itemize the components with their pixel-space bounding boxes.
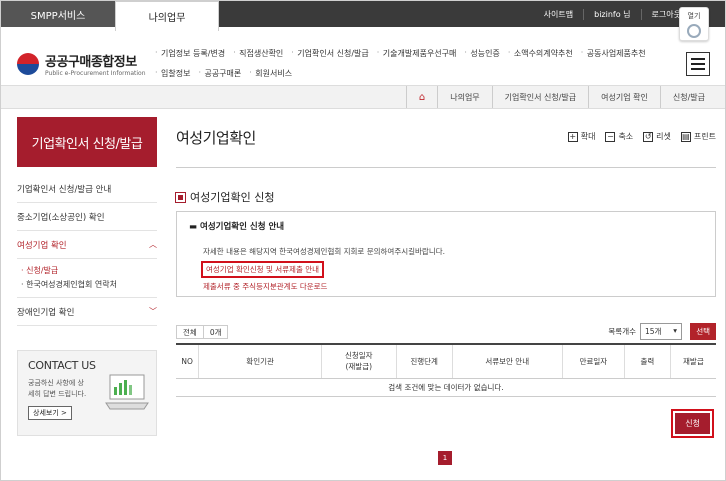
gnb-item[interactable]: 소액수의계약추천 (506, 48, 579, 59)
minus-icon: − (605, 131, 616, 142)
sidebar-item-women[interactable]: 여성기업 확인 ︿ (17, 231, 157, 259)
print-button[interactable]: ▤ 프린트 (680, 131, 716, 142)
laptop-icon (105, 374, 149, 410)
divider (176, 167, 716, 168)
contact-box: CONTACT US 궁금하신 사항에 상세히 답변 드립니다. 상세보기 > (17, 350, 157, 436)
apply-guide-link[interactable]: 여성기업 확인신청 및 서류제출 안내 (201, 261, 325, 278)
bullet-square-icon (175, 191, 186, 203)
total-value: 0개 (202, 326, 228, 338)
sidebar-item-disabled[interactable]: 장애인기업 확인 ﹀ (17, 298, 157, 326)
home-icon[interactable]: ⌂ (405, 86, 437, 108)
contact-title: CONTACT US (28, 359, 96, 372)
utility-links: 사이트맵 bizinfo 님 로그아웃 (534, 1, 691, 27)
contact-detail-button[interactable]: 상세보기 > (28, 406, 72, 420)
sidebar: 기업확인서 신청/발급 기업확인서 신청/발급 안내 중소기업(소상공인) 확인… (17, 117, 157, 436)
application-table: NO 확인기관 신청일자 (재발급) 진행단계 서류보안 안내 만료일자 출력 … (176, 343, 716, 397)
breadcrumb-item[interactable]: 여성기업 확인 (588, 86, 660, 108)
select-button[interactable]: 선택 (690, 323, 716, 340)
per-page-label: 목록개수 (608, 327, 636, 336)
open-label: 열기 (687, 12, 701, 20)
submenu-item-apply[interactable]: · 신청/발급 (21, 263, 157, 277)
breadcrumb-item[interactable]: 신청/발급 (659, 86, 717, 108)
column-header[interactable]: 확인기관 (198, 343, 322, 379)
tab-smpp-service[interactable]: SMPP서비스 (1, 1, 115, 27)
table-row: 검색 조건에 맞는 데이터가 없습니다. (176, 378, 716, 397)
zoom-out-button[interactable]: − 축소 (605, 131, 633, 142)
per-page-select[interactable]: 15개 ▾ (640, 323, 682, 340)
total-count: 전체 0개 (176, 325, 229, 339)
gnb-item[interactable]: 공공구매론 (196, 68, 247, 79)
reset-icon: ↺ (643, 131, 654, 142)
empty-message: 검색 조건에 맞는 데이터가 없습니다. (176, 378, 716, 397)
logo-sub: Public e-Procurement Information (45, 70, 146, 77)
hamburger-menu-icon[interactable] (686, 52, 710, 76)
zoom-in-button[interactable]: + 확대 (567, 131, 595, 142)
zoom-tools: + 확대 − 축소 ↺ 리셋 ▤ 프린트 (567, 131, 716, 142)
apply-button-highlight: 신청 (671, 409, 714, 438)
breadcrumb-bar: ⌂ 나의업무 기업확인서 신청/발급 여성기업 확인 신청/발급 (1, 85, 725, 109)
gnb-item[interactable]: 기업확인서 신청/발급 (289, 48, 374, 59)
chevron-down-icon: ﹀ (149, 307, 157, 316)
chevron-up-icon: ︿ (149, 240, 157, 249)
column-header[interactable]: 출력 (624, 343, 671, 379)
taeguk-logo-icon (17, 53, 39, 75)
reset-button[interactable]: ↺ 리셋 (643, 131, 671, 142)
share-chart-download-link[interactable]: 제출서류 중 주식등지분관계도 다운로드 (189, 281, 703, 292)
print-icon: ▤ (680, 131, 691, 142)
sidebar-item-label: 중소기업(소상공인) 확인 (17, 212, 105, 223)
page-frame: SMPP서비스 나의업무 사이트맵 bizinfo 님 로그아웃 열기 공공구매… (0, 0, 726, 481)
per-page-control: 목록개수 15개 ▾ (608, 323, 682, 340)
sidebar-item-label: 장애인기업 확인 (17, 307, 75, 318)
plus-icon: + (567, 131, 578, 142)
total-label: 전체 (183, 327, 197, 337)
chevron-down-icon: ▾ (673, 326, 677, 335)
info-desc: 자세한 내용은 해당지역 한국여성경제인협회 지회로 문의하여주시길바랍니다. (203, 247, 446, 256)
sidebar-item-guide[interactable]: 기업확인서 신청/발급 안내 (17, 175, 157, 203)
gnb-item[interactable]: 성능인증 (462, 48, 505, 59)
site-logo[interactable]: 공공구매종합정보 Public e-Procurement Informatio… (17, 51, 146, 77)
sitemap-link[interactable]: 사이트맵 (534, 9, 583, 20)
sidebar-submenu: · 신청/발급 · 한국여성경제인협회 연락처 (17, 259, 157, 298)
gnb-item[interactable]: 회원서비스 (247, 68, 298, 79)
logo-name: 공공구매종합정보 (45, 55, 137, 70)
global-nav: 기업정보 등록/변경 직접생산확인 기업확인서 신청/발급 기술개발제품우선구매… (153, 43, 673, 83)
tab-my-work[interactable]: 나의업무 (115, 1, 219, 31)
sidebar-item-label: 여성기업 확인 (17, 240, 67, 251)
column-header[interactable]: NO (176, 343, 199, 379)
column-header[interactable]: 재발급 (669, 343, 716, 379)
breadcrumb: ⌂ 나의업무 기업확인서 신청/발급 여성기업 확인 신청/발급 (405, 86, 717, 108)
submenu-item-contact[interactable]: · 한국여성경제인협회 연락처 (21, 277, 157, 291)
section-title: 여성기업확인 신청 (175, 189, 274, 205)
breadcrumb-item[interactable]: 기업확인서 신청/발급 (491, 86, 588, 108)
page-title: 여성기업확인 (176, 129, 256, 147)
contact-text: 궁금하신 사항에 상세히 답변 드립니다. (28, 379, 87, 398)
top-bar: SMPP서비스 나의업무 사이트맵 bizinfo 님 로그아웃 (1, 1, 725, 31)
column-header[interactable]: 만료일자 (561, 343, 625, 379)
circle-icon (687, 24, 701, 38)
gnb-item[interactable]: 공동사업제품추천 (579, 48, 652, 59)
sidebar-item-sme[interactable]: 중소기업(소상공인) 확인 (17, 203, 157, 231)
gnb-item[interactable]: 입찰정보 (153, 68, 196, 79)
open-toggle[interactable]: 열기 (679, 7, 709, 41)
info-title: ▬ 여성기업확인 신청 안내 (189, 222, 285, 232)
breadcrumb-item[interactable]: 나의업무 (437, 86, 491, 108)
gnb-item[interactable]: 기술개발제품우선구매 (375, 48, 463, 59)
user-name: bizinfo 님 (583, 8, 640, 20)
page-number-current[interactable]: 1 (438, 451, 452, 465)
sidebar-title: 기업확인서 신청/발급 (17, 117, 157, 167)
column-header[interactable]: 서류보안 안내 (451, 343, 563, 379)
sidebar-item-label: 기업확인서 신청/발급 안내 (17, 184, 112, 195)
column-header[interactable]: 신청일자 (재발급) (320, 343, 397, 379)
gnb-item[interactable]: 직접생산확인 (231, 48, 289, 59)
info-box: ▬ 여성기업확인 신청 안내 자세한 내용은 해당지역 한국여성경제인협회 지회… (176, 211, 716, 297)
gnb-item[interactable]: 기업정보 등록/변경 (153, 48, 231, 59)
column-header[interactable]: 진행단계 (395, 343, 453, 379)
apply-button[interactable]: 신청 (675, 413, 710, 434)
